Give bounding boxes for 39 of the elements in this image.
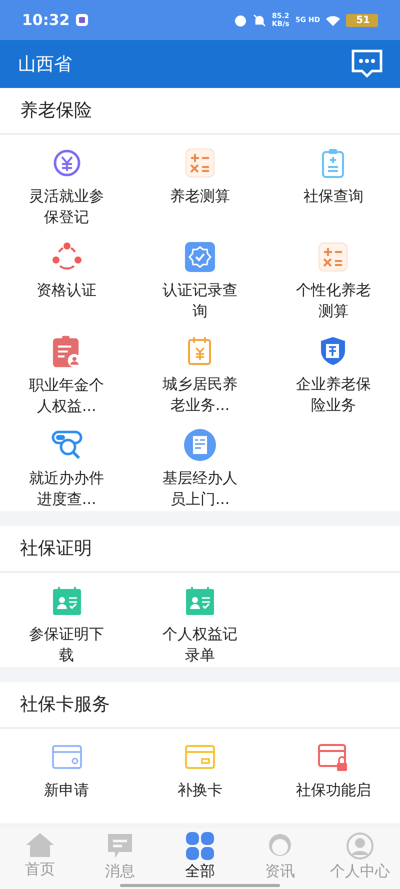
search-icon — [50, 429, 83, 461]
id-card-icon — [184, 585, 216, 617]
id-card-icon — [50, 585, 83, 617]
id-document-icon — [184, 429, 216, 461]
header-title: 山西省 — [18, 53, 72, 76]
service-label[interactable]: 补换卡 — [160, 780, 240, 801]
service-label[interactable]: 个人权益记录单 — [160, 624, 240, 666]
service-label[interactable]: 企业养老保险业务 — [293, 374, 374, 416]
wifi-icon — [326, 14, 340, 26]
calculator-icon — [184, 147, 216, 179]
service-label[interactable]: 认证记录查询 — [160, 280, 240, 322]
status-time: 10:32 — [22, 11, 70, 29]
service-label[interactable]: 职业年金个人权益... — [26, 375, 107, 417]
service-label[interactable]: 基层经办人员上门... — [160, 468, 240, 510]
message-icon — [106, 832, 134, 860]
service-label[interactable]: 城乡居民养老业务... — [160, 374, 240, 416]
service-label[interactable]: 资格认证 — [26, 280, 107, 301]
card-lock-icon — [317, 741, 350, 773]
bell-off-icon — [252, 14, 266, 26]
verified-icon — [184, 241, 216, 273]
service-label[interactable]: 社保查询 — [293, 186, 374, 207]
service-label[interactable]: 个性化养老测算 — [293, 280, 374, 322]
section-title: 社保证明 — [0, 526, 400, 573]
grid-icon — [186, 832, 214, 860]
user-icon — [346, 832, 374, 860]
service-label[interactable]: 社保功能启 — [293, 780, 374, 801]
chat-icon[interactable] — [350, 49, 384, 79]
app-notification-icon — [76, 14, 88, 26]
home-icon — [25, 832, 55, 858]
service-label[interactable]: 养老测算 — [160, 186, 240, 207]
section-title: 社保卡服务 — [0, 682, 400, 729]
calculator-icon — [317, 241, 350, 273]
battery-level: 51 — [346, 14, 378, 26]
service-label[interactable]: 灵活就业参保登记 — [26, 186, 107, 228]
tab-item[interactable]: 全部 — [160, 828, 240, 889]
section-title: 养老保险 — [0, 88, 400, 135]
service-label[interactable]: 就近办办件进度查... — [26, 468, 107, 510]
service-label[interactable]: 新申请 — [26, 780, 107, 801]
service-label[interactable]: 参保证明下载 — [26, 624, 107, 666]
